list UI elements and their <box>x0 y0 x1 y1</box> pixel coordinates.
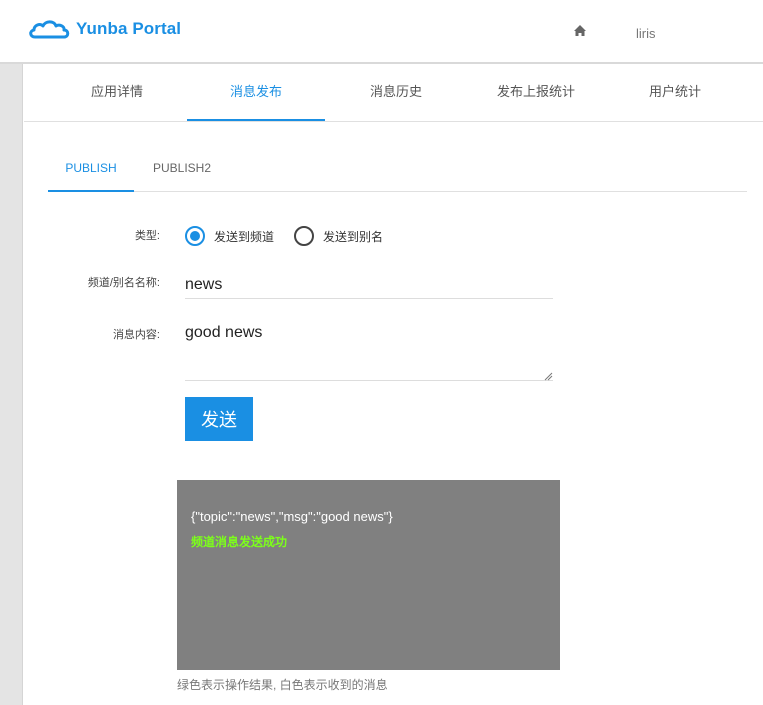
radio-send-to-alias[interactable]: 发送到别名 <box>294 226 383 246</box>
radio-unchecked-icon <box>294 226 314 246</box>
tab-publish-report-stats[interactable]: 发布上报统计 <box>467 64 605 121</box>
radio-label: 发送到别名 <box>323 229 384 244</box>
sub-tab-bar: PUBLISH PUBLISH2 <box>48 146 747 192</box>
tab-publish[interactable]: PUBLISH <box>48 146 134 192</box>
user-menu[interactable]: liris <box>636 26 656 41</box>
logo[interactable]: Yunba Portal <box>28 19 181 39</box>
console-hint: 绿色表示操作结果, 白色表示收到的消息 <box>177 678 388 692</box>
type-label: 类型: <box>134 230 160 242</box>
resize-grip-icon[interactable] <box>543 371 553 381</box>
received-message-line: {"topic":"news","msg":"good news"} <box>191 509 393 524</box>
tab-user-stats[interactable]: 用户统计 <box>606 64 744 121</box>
left-gutter <box>0 64 23 705</box>
tab-message-publish[interactable]: 消息发布 <box>187 64 325 121</box>
cloud-icon <box>29 20 70 39</box>
send-button[interactable]: 发送 <box>185 397 253 441</box>
radio-send-to-channel[interactable]: 发送到频道 <box>185 226 274 246</box>
tab-publish2[interactable]: PUBLISH2 <box>140 146 224 192</box>
radio-label: 发送到频道 <box>214 229 275 244</box>
main-tab-bar: 应用详情 消息发布 消息历史 发布上报统计 用户统计 <box>24 64 763 122</box>
tab-app-details[interactable]: 应用详情 <box>48 64 186 121</box>
result-message-line: 频道消息发送成功 <box>191 535 288 549</box>
top-bar: Yunba Portal liris <box>0 0 763 64</box>
channel-alias-name-label: 频道/别名名称: <box>87 277 160 289</box>
radio-checked-icon <box>185 226 205 246</box>
message-content-label: 消息内容: <box>112 329 160 341</box>
home-icon[interactable] <box>573 24 587 38</box>
tab-message-history[interactable]: 消息历史 <box>327 64 465 121</box>
channel-alias-name-input[interactable] <box>185 264 553 299</box>
app-title: Yunba Portal <box>76 19 182 38</box>
message-content-textarea[interactable]: good news <box>185 316 553 381</box>
output-console: {"topic":"news","msg":"good news"} 频道消息发… <box>177 480 560 670</box>
